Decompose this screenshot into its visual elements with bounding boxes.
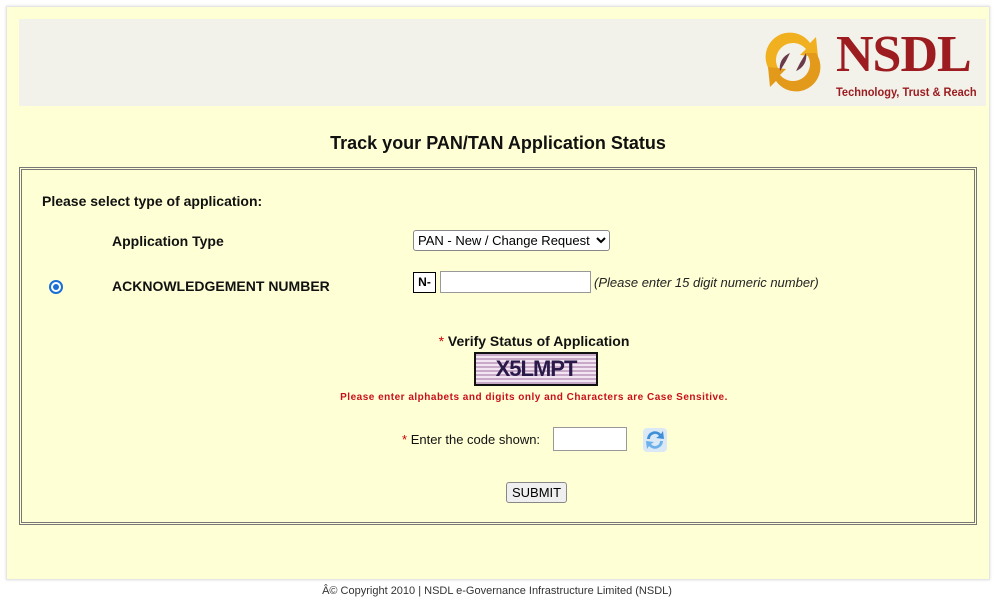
- required-mark: *: [438, 333, 445, 349]
- captcha-image: X5LMPT: [474, 352, 598, 386]
- submit-button[interactable]: SUBMIT: [506, 482, 568, 503]
- code-label: Enter the code shown:: [410, 432, 541, 447]
- footer-copyright: Â© Copyright 2010 | NSDL e-Governance In…: [322, 585, 672, 597]
- ack-hint: (Please enter 15 digit numeric number): [594, 275, 819, 290]
- verify-heading: * Verify Status of Application: [22, 333, 1000, 349]
- page-title: Track your PAN/TAN Application Status: [330, 133, 666, 153]
- nsdl-logo: NSDL Technology, Trust & Reach: [760, 23, 980, 103]
- captcha-warning: Please enter alphabets and digits only a…: [340, 392, 728, 403]
- application-type-label: Application Type: [112, 233, 224, 249]
- verify-label: Verify Status of Application: [447, 333, 630, 349]
- captcha-code-input[interactable]: [553, 427, 627, 451]
- code-label-wrap: * Enter the code shown:: [402, 432, 540, 447]
- application-type-select[interactable]: PAN - New / Change Request: [413, 230, 610, 251]
- status-form: Please select type of application: Appli…: [19, 167, 977, 525]
- acknowledgement-number-input[interactable]: [440, 271, 591, 293]
- required-mark: *: [402, 432, 408, 447]
- logo-tagline: Technology, Trust & Reach: [836, 85, 977, 99]
- acknowledgement-radio[interactable]: [49, 280, 63, 294]
- acknowledgement-label: ACKNOWLEDGEMENT NUMBER: [112, 278, 330, 294]
- select-type-label: Please select type of application:: [42, 193, 263, 209]
- ack-prefix: N-: [413, 272, 436, 293]
- refresh-captcha-icon[interactable]: [642, 427, 668, 453]
- page-container: NSDL Technology, Trust & Reach Track you…: [6, 6, 990, 580]
- header: NSDL Technology, Trust & Reach: [19, 19, 986, 106]
- logo-swirl-icon: [765, 32, 821, 92]
- logo-text: NSDL: [836, 26, 972, 83]
